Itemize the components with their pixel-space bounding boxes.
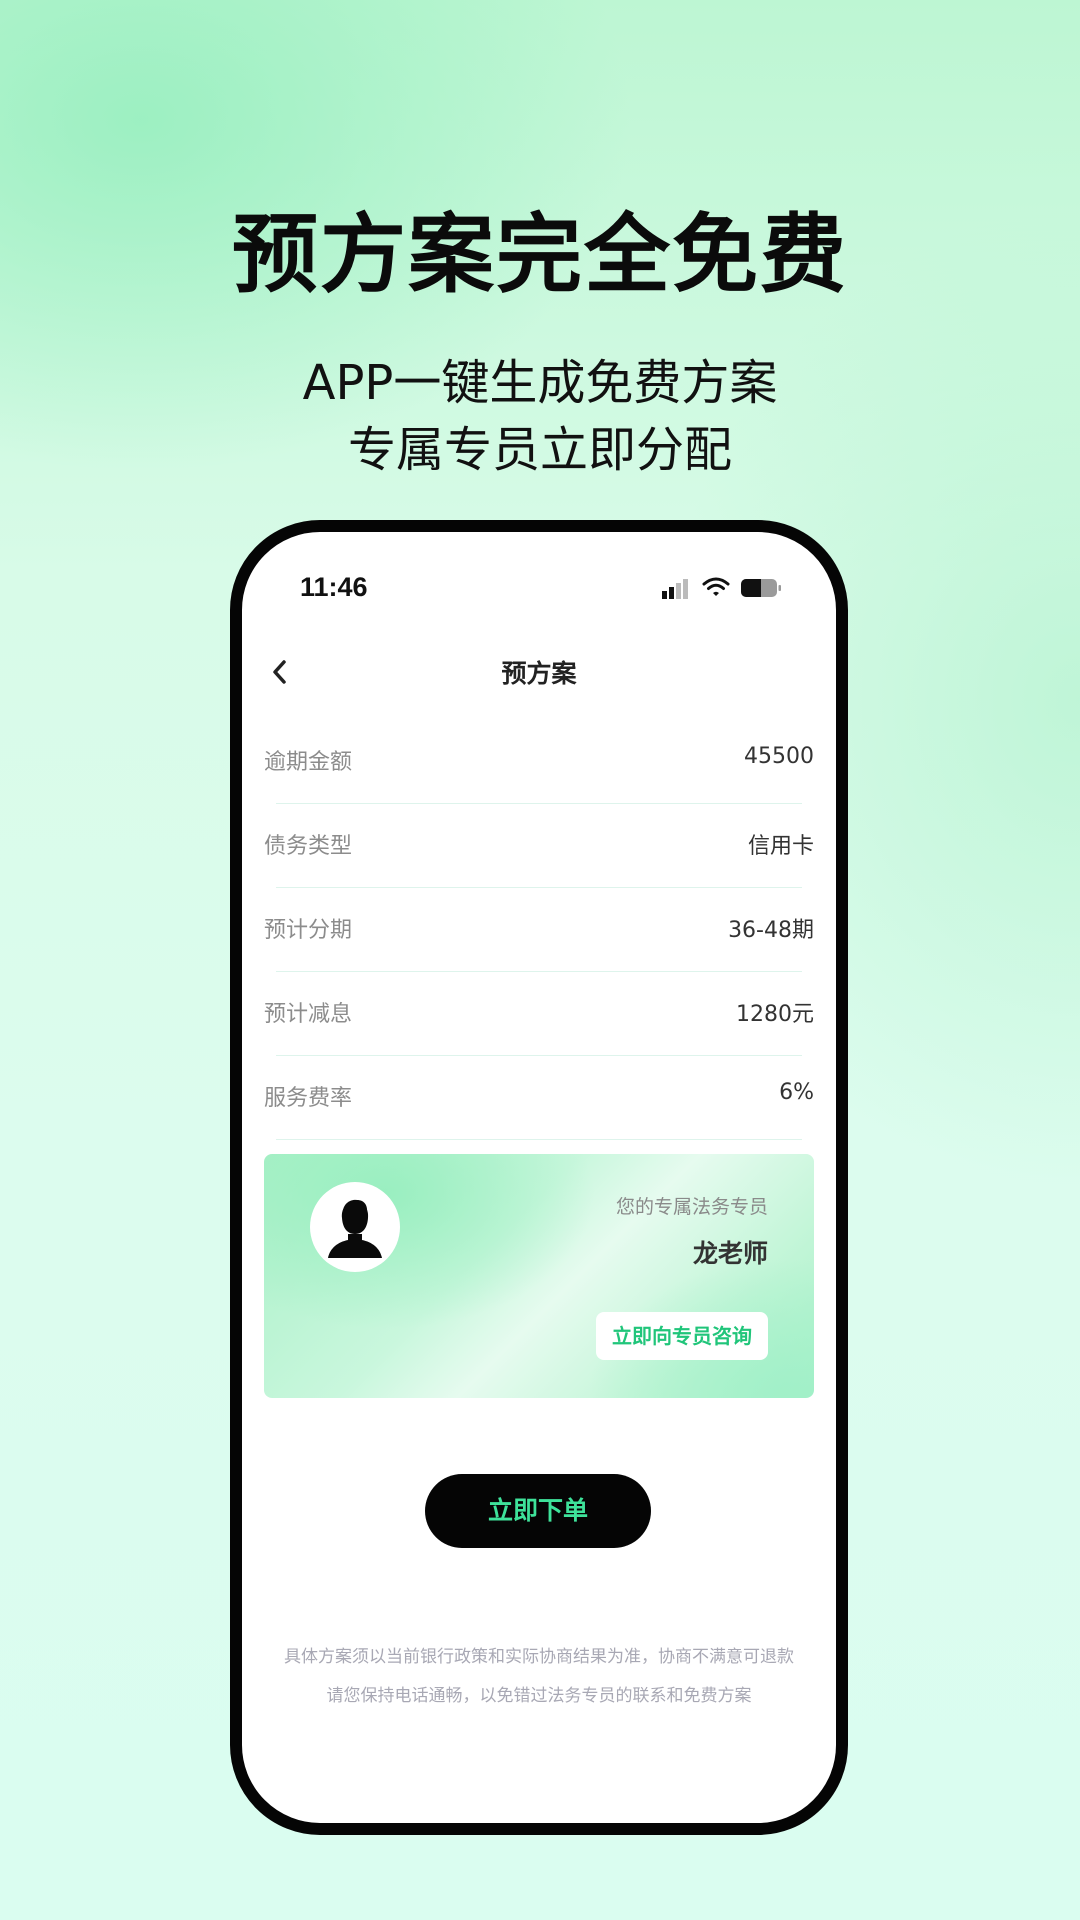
advisor-name: 龙老师 (692, 1239, 768, 1268)
status-bar: 11:46 (242, 532, 836, 622)
wifi-icon (702, 577, 730, 596)
info-label: 逾期金额 (264, 750, 353, 775)
promo-subline-2: 专属专员立即分配 (347, 422, 732, 478)
info-value: 45500 (744, 744, 814, 769)
disclaimer-line-1: 具体方案须以当前银行政策和实际协商结果为准，协商不满意可退款 (284, 1647, 794, 1667)
info-value: 1280元 (736, 1002, 814, 1027)
advisor-caption: 您的专属法务专员 (615, 1196, 768, 1218)
place-order-button[interactable]: 立即下单 (425, 1474, 651, 1548)
info-value: 信用卡 (747, 834, 814, 859)
info-label: 预计减息 (264, 1002, 353, 1027)
info-label: 服务费率 (264, 1086, 353, 1111)
nav-bar: 预方案 (242, 642, 836, 702)
cellular-signal-icon (662, 579, 688, 599)
info-label: 预计分期 (264, 918, 353, 943)
page-title: 预方案 (501, 659, 577, 688)
consult-advisor-button[interactable]: 立即向专员咨询 (596, 1312, 768, 1360)
plan-info-list: 逾期金额 45500 债务类型 信用卡 预计分期 36-48期 预计减息 128… (264, 720, 814, 1140)
promo-subline-1: APP一键生成免费方案 (302, 355, 778, 411)
info-row-interest-reduction: 预计减息 1280元 (264, 972, 814, 1056)
info-row-service-fee-rate: 服务费率 6% (264, 1056, 814, 1140)
info-row-installments: 预计分期 36-48期 (264, 888, 814, 972)
info-row-debt-type: 债务类型 信用卡 (264, 804, 814, 888)
advisor-card: 您的专属法务专员 龙老师 立即向专员咨询 (264, 1154, 814, 1398)
user-silhouette-icon (328, 1199, 382, 1258)
status-time: 11:46 (300, 572, 368, 602)
phone-mockup: 11:46 预方案 逾期金额 45500 债务类型 信用卡 预计分期 36-48… (230, 520, 848, 1835)
info-value: 36-48期 (728, 918, 814, 943)
promo-headline: 预方案完全免费 (232, 204, 848, 305)
battery-icon (741, 579, 781, 597)
info-row-overdue-amount: 逾期金额 45500 (264, 720, 814, 804)
info-value: 6% (779, 1080, 814, 1105)
avatar (310, 1182, 400, 1272)
info-label: 债务类型 (264, 834, 353, 859)
disclaimer-line-2: 请您保持电话通畅，以免错过法务专员的联系和免费方案 (326, 1686, 752, 1706)
